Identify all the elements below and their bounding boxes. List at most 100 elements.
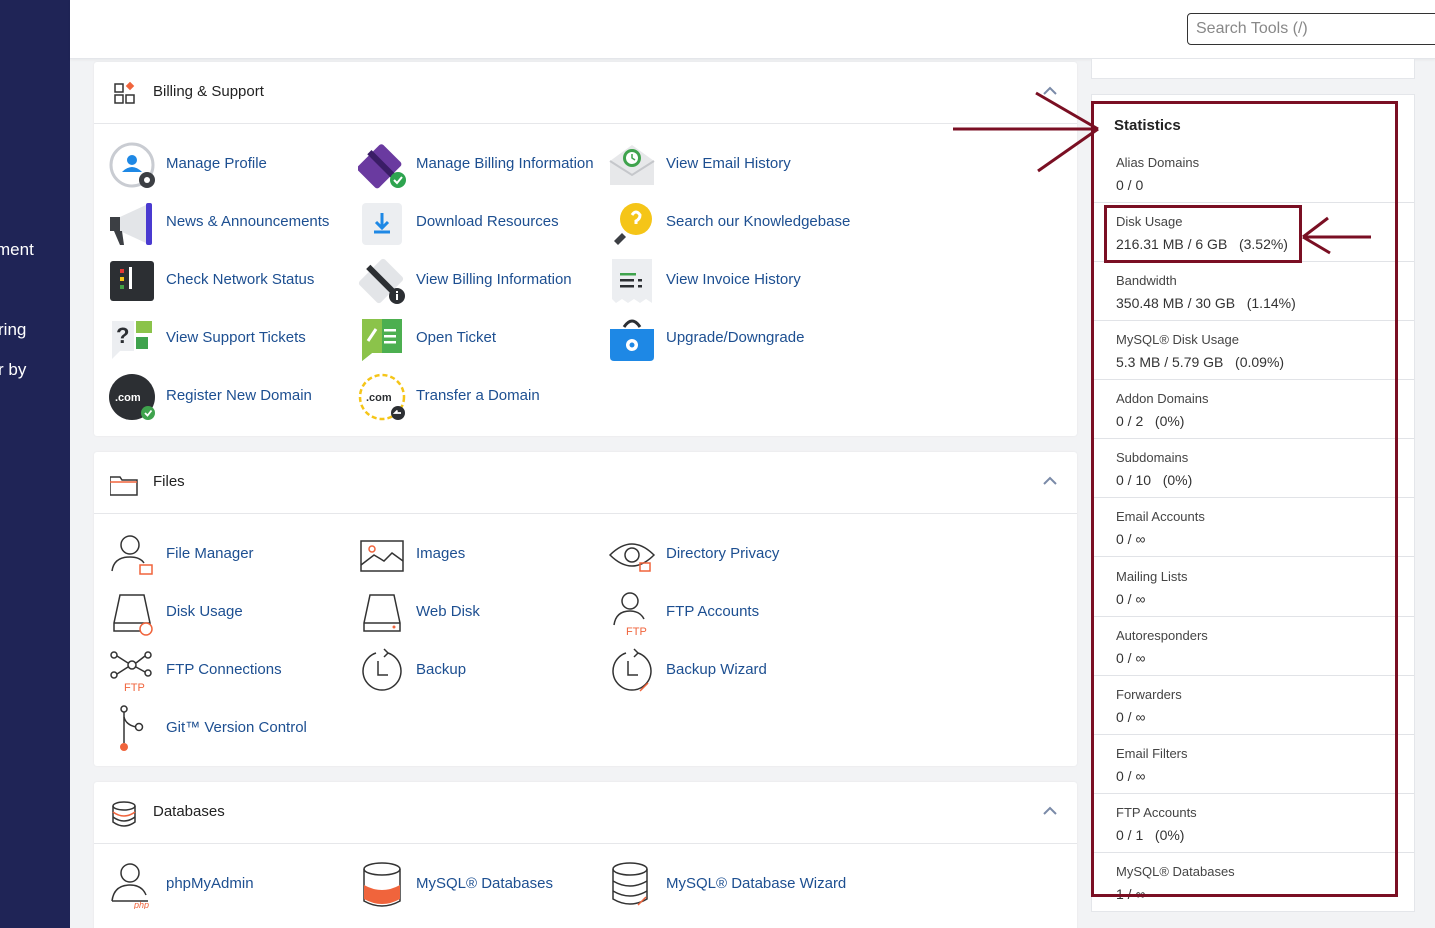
- item-label: View Invoice History: [666, 271, 801, 288]
- disk-usage-icon: [113, 594, 153, 636]
- left-sidebar: ment ring r by: [0, 0, 70, 928]
- git-version-control-link[interactable]: Git™ Version Control: [108, 704, 358, 754]
- billing-support-panel: Billing & Support Manage Profile Manage …: [94, 62, 1077, 436]
- register-domain-icon: .com: [109, 374, 155, 420]
- item-label: Download Resources: [416, 213, 559, 230]
- news-announcements-link[interactable]: News & Announcements: [108, 198, 358, 248]
- panel-header[interactable]: Databases: [94, 782, 1077, 844]
- item-label: MySQL® Database Wizard: [666, 875, 847, 892]
- email-history-icon: [609, 145, 655, 185]
- megaphone-icon: [110, 203, 152, 245]
- item-label: Transfer a Domain: [416, 387, 540, 404]
- invoice-icon: [612, 259, 652, 303]
- item-label: Web Disk: [416, 603, 480, 620]
- search-tools-input[interactable]: [1187, 13, 1435, 45]
- item-label: FTP Connections: [166, 661, 282, 678]
- item-label: Check Network Status: [166, 271, 315, 288]
- database-icon: [112, 801, 136, 827]
- manage-profile-icon: [109, 142, 155, 188]
- view-support-tickets-link[interactable]: ? View Support Tickets: [108, 314, 358, 364]
- search-knowledgebase-link[interactable]: Search our Knowledgebase: [608, 198, 858, 248]
- git-icon: [120, 705, 144, 751]
- item-label: Disk Usage: [166, 603, 243, 620]
- sidebar-text-fragment[interactable]: r by: [0, 360, 26, 380]
- manage-billing-link[interactable]: Manage Billing Information: [358, 140, 608, 190]
- panel-header[interactable]: Billing & Support: [94, 62, 1077, 124]
- grid-apps-icon: [114, 81, 135, 104]
- lightbulb-icon: [614, 203, 652, 245]
- item-label: Git™ Version Control: [166, 719, 307, 736]
- panel-header[interactable]: Files: [94, 452, 1077, 514]
- annotation-disk-usage-box: [1104, 205, 1302, 263]
- register-new-domain-link[interactable]: .com Register New Domain: [108, 372, 358, 422]
- backup-link[interactable]: Backup: [358, 646, 608, 696]
- disk-usage-link[interactable]: Disk Usage: [108, 588, 358, 638]
- transfer-domain-icon: .com: [358, 373, 406, 421]
- open-ticket-link[interactable]: Open Ticket: [358, 314, 608, 364]
- chevron-up-icon[interactable]: [1043, 86, 1057, 96]
- images-icon: [360, 540, 404, 572]
- billing-info-icon: [358, 258, 405, 304]
- ftp-connections-link[interactable]: FTP FTP Connections: [108, 646, 358, 696]
- item-label: Manage Profile: [166, 155, 267, 172]
- credit-card-icon: [358, 144, 406, 189]
- item-label: Backup: [416, 661, 467, 678]
- item-label: News & Announcements: [166, 213, 330, 230]
- ticket-icon: [362, 319, 402, 361]
- manage-profile-link[interactable]: Manage Profile: [108, 140, 358, 190]
- phpmyadmin-icon: php: [111, 863, 149, 909]
- web-disk-link[interactable]: Web Disk: [358, 588, 608, 638]
- sidebar-text-fragment[interactable]: ment: [0, 240, 34, 260]
- file-manager-link[interactable]: File Manager: [108, 530, 358, 580]
- chevron-up-icon[interactable]: [1043, 476, 1057, 486]
- mysql-wizard-icon: [612, 862, 648, 906]
- item-label: Search our Knowledgebase: [666, 213, 851, 230]
- svg-text:.com: .com: [366, 392, 392, 404]
- svg-text:php: php: [133, 900, 149, 909]
- phpmyadmin-link[interactable]: php phpMyAdmin: [108, 860, 358, 910]
- item-label: View Support Tickets: [166, 329, 306, 346]
- ftp-accounts-link[interactable]: FTP FTP Accounts: [608, 588, 858, 638]
- item-label: View Billing Information: [416, 271, 572, 288]
- view-billing-info-link[interactable]: View Billing Information: [358, 256, 608, 306]
- mysql-database-wizard-link[interactable]: MySQL® Database Wizard: [608, 860, 858, 910]
- download-icon: [362, 203, 402, 245]
- item-label: MySQL® Databases: [416, 875, 553, 892]
- check-network-status-link[interactable]: Check Network Status: [108, 256, 358, 306]
- backup-wizard-link[interactable]: Backup Wizard: [608, 646, 858, 696]
- svg-text:FTP: FTP: [124, 682, 145, 694]
- directory-privacy-link[interactable]: Directory Privacy: [608, 530, 858, 580]
- svg-text:.com: .com: [115, 392, 141, 404]
- support-tickets-icon: ?: [112, 321, 152, 359]
- item-label: Backup Wizard: [666, 661, 767, 678]
- images-link[interactable]: Images: [358, 530, 608, 580]
- panel-title: Billing & Support: [153, 83, 264, 100]
- view-email-history-link[interactable]: View Email History: [608, 140, 858, 190]
- upgrade-downgrade-link[interactable]: Upgrade/Downgrade: [608, 314, 858, 364]
- upgrade-bag-icon: [610, 319, 654, 361]
- databases-panel: Databases php phpMyAdmin MySQL® Database…: [94, 782, 1077, 928]
- mysql-databases-link[interactable]: MySQL® Databases: [358, 860, 608, 910]
- view-invoice-history-link[interactable]: View Invoice History: [608, 256, 858, 306]
- item-label: File Manager: [166, 545, 254, 562]
- sidebar-text-fragment[interactable]: ring: [0, 320, 26, 340]
- backup-wizard-icon: [612, 648, 652, 692]
- chevron-up-icon[interactable]: [1043, 806, 1057, 816]
- web-disk-icon: [363, 594, 401, 632]
- item-label: phpMyAdmin: [166, 875, 254, 892]
- svg-text:FTP: FTP: [626, 626, 647, 637]
- item-label: View Email History: [666, 155, 791, 172]
- ftp-connections-icon: FTP: [110, 651, 152, 694]
- item-label: Manage Billing Information: [416, 155, 594, 172]
- download-resources-link[interactable]: Download Resources: [358, 198, 608, 248]
- panel-title: Databases: [153, 803, 225, 820]
- folder-icon: [110, 476, 138, 496]
- network-status-icon: [110, 261, 154, 301]
- item-label: FTP Accounts: [666, 603, 760, 620]
- files-panel: Files File Manager Images Directory Priv…: [94, 452, 1077, 766]
- transfer-domain-link[interactable]: .com Transfer a Domain: [358, 372, 608, 422]
- eye-icon: [608, 543, 656, 572]
- panel-title: Files: [153, 473, 185, 490]
- item-label: Open Ticket: [416, 329, 497, 346]
- backup-icon: [362, 648, 402, 691]
